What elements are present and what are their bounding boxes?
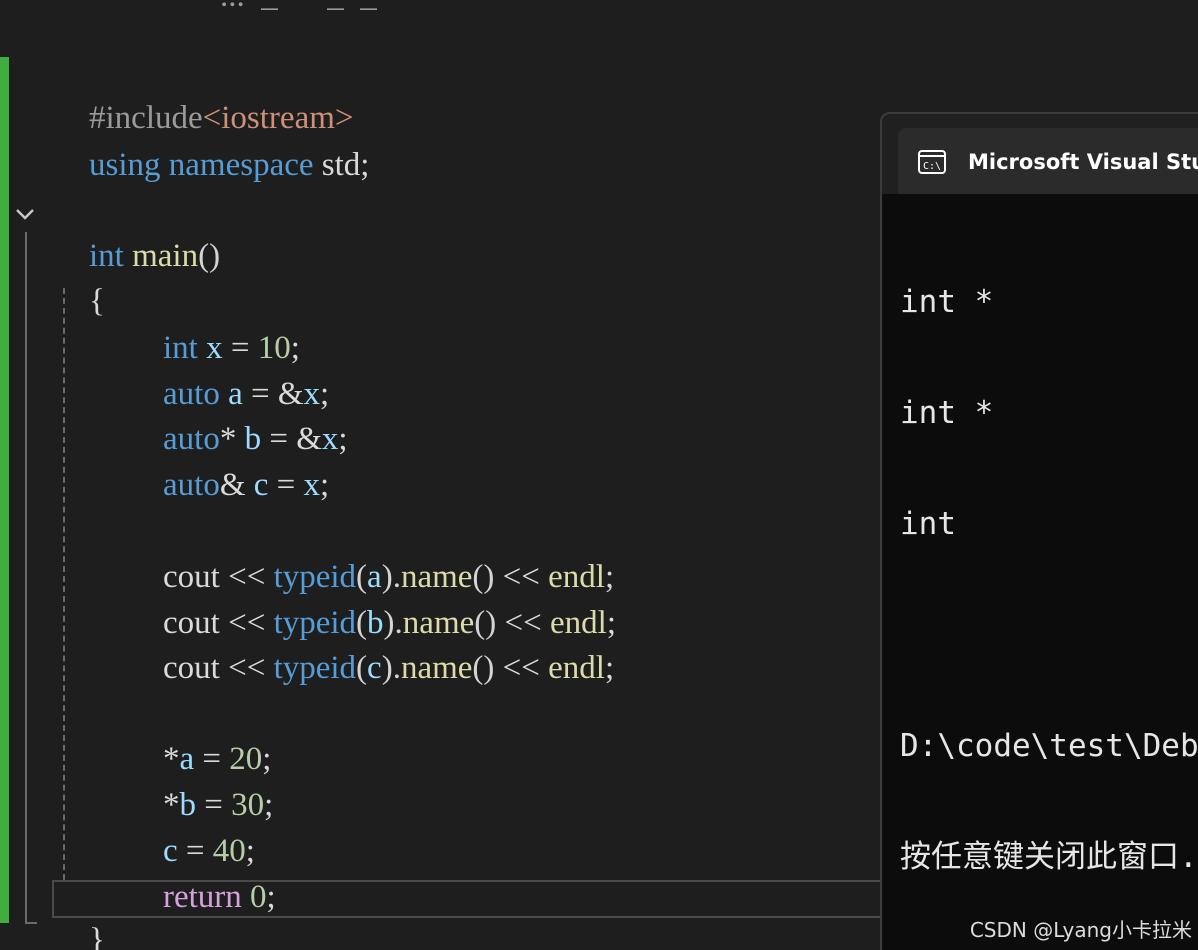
keyword-typeid: typeid — [273, 650, 357, 686]
keyword-namespace: namespace — [168, 147, 314, 183]
identifier-cout: cout — [163, 650, 220, 686]
indent-guide — [63, 288, 65, 880]
reference-amp: & — [219, 467, 246, 503]
stream-op: << — [219, 650, 274, 686]
stream-op: << — [494, 650, 549, 686]
assign-op: = — [268, 467, 304, 503]
close-brace: } — [89, 922, 105, 950]
namespace-std: std — [321, 147, 361, 183]
code-line-using[interactable]: using namespace std; — [56, 105, 369, 183]
argument-c: c — [367, 650, 382, 686]
close-paren-dot: ). — [381, 650, 401, 686]
semicolon: ; — [320, 467, 330, 503]
code-line-return[interactable]: return 0; — [130, 837, 276, 915]
change-tracking-bar — [0, 57, 9, 923]
identifier-endl: endl — [548, 650, 605, 686]
console-output: int * int * int D:\code\test\Debug\test.… — [900, 210, 1198, 950]
console-output-line: int * — [900, 395, 994, 431]
semicolon: ; — [266, 879, 276, 915]
code-line-auto-ref-c[interactable]: auto& c = x; — [130, 425, 329, 503]
code-line-deref-a[interactable]: *a = 20; — [130, 699, 271, 777]
console-output-prompt: 按任意键关闭此窗口. . . — [900, 839, 1198, 875]
code-line-auto-ptr-b[interactable]: auto* b = &x; — [130, 379, 348, 457]
console-output-path: D:\code\test\Debug\test.exe — [900, 728, 1198, 764]
outline-guide-end — [25, 922, 37, 924]
code-line-cout-a[interactable]: cout << typeid(a).name() << endl; — [130, 517, 614, 595]
code-line-cout-c[interactable]: cout << typeid(c).name() << endl; — [130, 608, 614, 686]
code-line-deref-b[interactable]: *b = 30; — [130, 745, 273, 823]
number-literal: 0 — [250, 879, 267, 915]
code-line-cout-b[interactable]: cout << typeid(b).name() << endl; — [130, 563, 616, 641]
code-line-main[interactable]: int main() — [56, 196, 220, 274]
console-titlebar[interactable]: C:\ Microsoft Visual Studio 调试控制台 — [882, 114, 1198, 194]
console-icon: C:\ — [918, 150, 946, 174]
console-tab[interactable]: C:\ Microsoft Visual Studio 调试控制台 — [898, 128, 1198, 194]
variable-x: x — [303, 467, 321, 503]
console-output-line: int — [900, 506, 956, 542]
code-line-close-brace[interactable]: } — [56, 880, 105, 950]
watermark: CSDN @Lyang小卡拉米 — [969, 918, 1192, 942]
code-line-auto-a[interactable]: auto a = &x; — [130, 334, 329, 412]
outline-guide-line — [25, 232, 27, 924]
code-line-assign-c[interactable]: c = 40; — [130, 791, 255, 869]
function-main: main — [132, 238, 199, 274]
svg-text:C:\: C:\ — [923, 161, 941, 172]
semicolon: ; — [604, 650, 615, 686]
console-title: Microsoft Visual Studio 调试控制台 — [968, 150, 1198, 174]
keyword-using: using — [89, 147, 161, 183]
console-output-line: int * — [900, 284, 994, 320]
variable-c: c — [253, 467, 269, 503]
semicolon: ; — [264, 787, 274, 823]
keyword-return: return — [163, 879, 242, 915]
collapse-chevron-icon[interactable] — [12, 201, 38, 227]
code-line-open-brace[interactable]: { — [56, 241, 105, 319]
semicolon: ; — [338, 421, 348, 457]
call-parens: () — [472, 650, 495, 686]
debug-console-window[interactable]: C:\ Microsoft Visual Studio 调试控制台 int * … — [880, 112, 1198, 950]
scrolled-off-code-fragment: ... _ _ _ — [220, 0, 377, 15]
method-name: name — [400, 650, 473, 686]
code-line-include[interactable]: #include<iostream> — [56, 58, 354, 136]
code-line-int-x[interactable]: int x = 10; — [130, 288, 300, 366]
semicolon: ; — [360, 147, 370, 183]
parentheses: () — [198, 238, 221, 274]
open-paren: ( — [356, 650, 368, 686]
open-brace: { — [89, 283, 105, 319]
keyword-auto: auto — [163, 467, 220, 503]
